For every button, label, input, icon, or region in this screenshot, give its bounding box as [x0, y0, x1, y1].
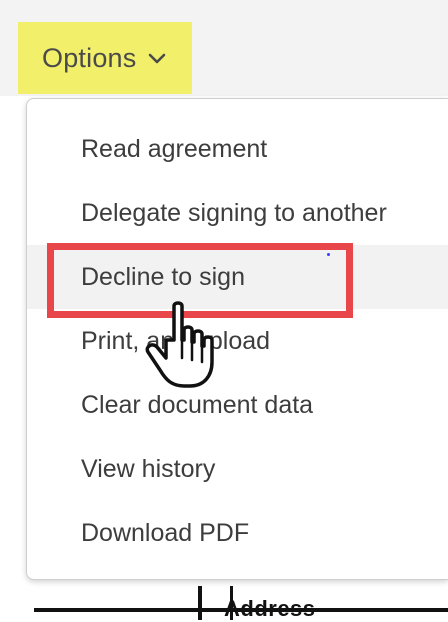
menu-item-label: Read agreement	[81, 134, 268, 163]
menu-item-print-and-upload[interactable]: Print, and upload	[27, 309, 448, 373]
menu-item-clear-document-data[interactable]: Clear document data	[27, 373, 448, 437]
menu-item-read-agreement[interactable]: Read agreement	[27, 117, 448, 181]
menu-item-download-pdf[interactable]: Download PDF	[27, 501, 448, 565]
artifact-dot	[327, 253, 330, 256]
menu-item-label: Clear document data	[81, 390, 314, 419]
options-button[interactable]: Options	[18, 22, 192, 94]
menu-item-delegate-signing[interactable]: Delegate signing to another	[27, 181, 448, 245]
menu-item-label: Print, and upload	[81, 326, 271, 355]
options-menu: Read agreement Delegate signing to anoth…	[26, 98, 448, 580]
menu-item-label: Decline to sign	[81, 262, 245, 291]
chevron-down-icon	[148, 53, 166, 65]
form-border	[34, 608, 448, 612]
options-label: Options	[42, 42, 137, 73]
menu-item-label: Download PDF	[81, 518, 250, 547]
menu-item-label: Delegate signing to another	[81, 198, 387, 227]
form-border	[198, 586, 202, 620]
menu-item-label: View history	[81, 454, 216, 483]
menu-item-view-history[interactable]: View history	[27, 437, 448, 501]
menu-item-decline-to-sign[interactable]: Decline to sign	[27, 245, 448, 309]
document-form-fragment: Address	[34, 586, 448, 621]
